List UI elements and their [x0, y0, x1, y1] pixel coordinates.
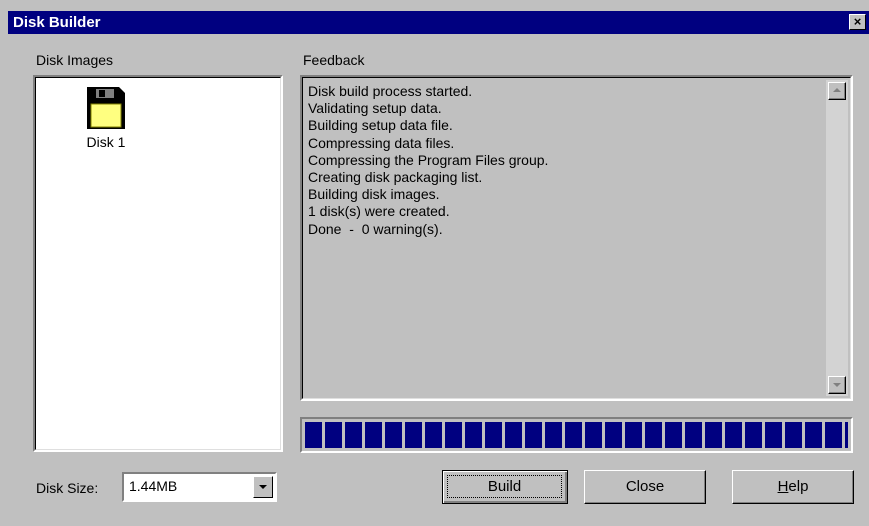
help-button-label: elp: [788, 478, 809, 495]
feedback-line: Creating disk packaging list.: [308, 169, 483, 186]
help-button-mnemonic: H: [777, 478, 789, 495]
build-button-label: Build: [487, 478, 522, 495]
feedback-line: Disk build process started.: [308, 83, 473, 99]
chevron-down-icon: [259, 485, 267, 489]
build-button-focus-rect: Build: [447, 475, 562, 498]
feedback-line: Building setup data file.: [308, 117, 453, 134]
disk-images-label: Disk Images: [36, 52, 114, 68]
feedback-line: Compressing the Program Files group.: [308, 151, 549, 168]
arrow-up-icon: [833, 88, 841, 92]
disk-size-label: Disk Size:: [36, 480, 99, 496]
close-button-label: Close: [625, 478, 665, 495]
feedback-textbox[interactable]: Disk build process started. Validating s…: [300, 75, 853, 401]
floppy-disk-icon: [87, 87, 125, 129]
scroll-up-button[interactable]: [828, 82, 846, 100]
disk-size-select[interactable]: 1.44MB: [122, 472, 277, 502]
disk-images-list[interactable]: Disk 1: [33, 75, 283, 452]
disk-size-value: 1.44MB: [129, 478, 178, 494]
disk-size-dropdown-button[interactable]: [253, 476, 273, 498]
feedback-line: Validating setup data.: [308, 100, 442, 117]
feedback-log: Disk build process started. Validating s…: [308, 83, 548, 238]
build-button[interactable]: Build: [442, 470, 568, 504]
disk-builder-window: Disk Builder × Disk Images Disk 1 Feedba…: [0, 0, 869, 526]
progress-track: [305, 422, 848, 448]
help-button[interactable]: Help: [732, 470, 854, 504]
feedback-label: Feedback: [303, 52, 365, 68]
feedback-line: Done - 0 warning(s).: [308, 220, 443, 237]
title-bar[interactable]: Disk Builder ×: [8, 11, 869, 34]
arrow-down-icon: [833, 383, 841, 387]
close-button[interactable]: Close: [584, 470, 706, 504]
build-progress-bar: [300, 417, 853, 453]
window-close-button[interactable]: ×: [849, 14, 866, 30]
progress-fill: [305, 422, 848, 448]
feedback-line: Compressing data files.: [308, 134, 455, 151]
disk-image-item[interactable]: Disk 1: [71, 85, 141, 150]
disk-image-label: Disk 1: [86, 134, 126, 150]
feedback-line: Building disk images.: [308, 186, 440, 203]
feedback-scrollbar[interactable]: [826, 80, 848, 396]
feedback-line: 1 disk(s) were created.: [308, 203, 450, 220]
close-icon: ×: [853, 14, 862, 29]
scroll-down-button[interactable]: [828, 376, 846, 394]
window-title: Disk Builder: [13, 14, 101, 31]
